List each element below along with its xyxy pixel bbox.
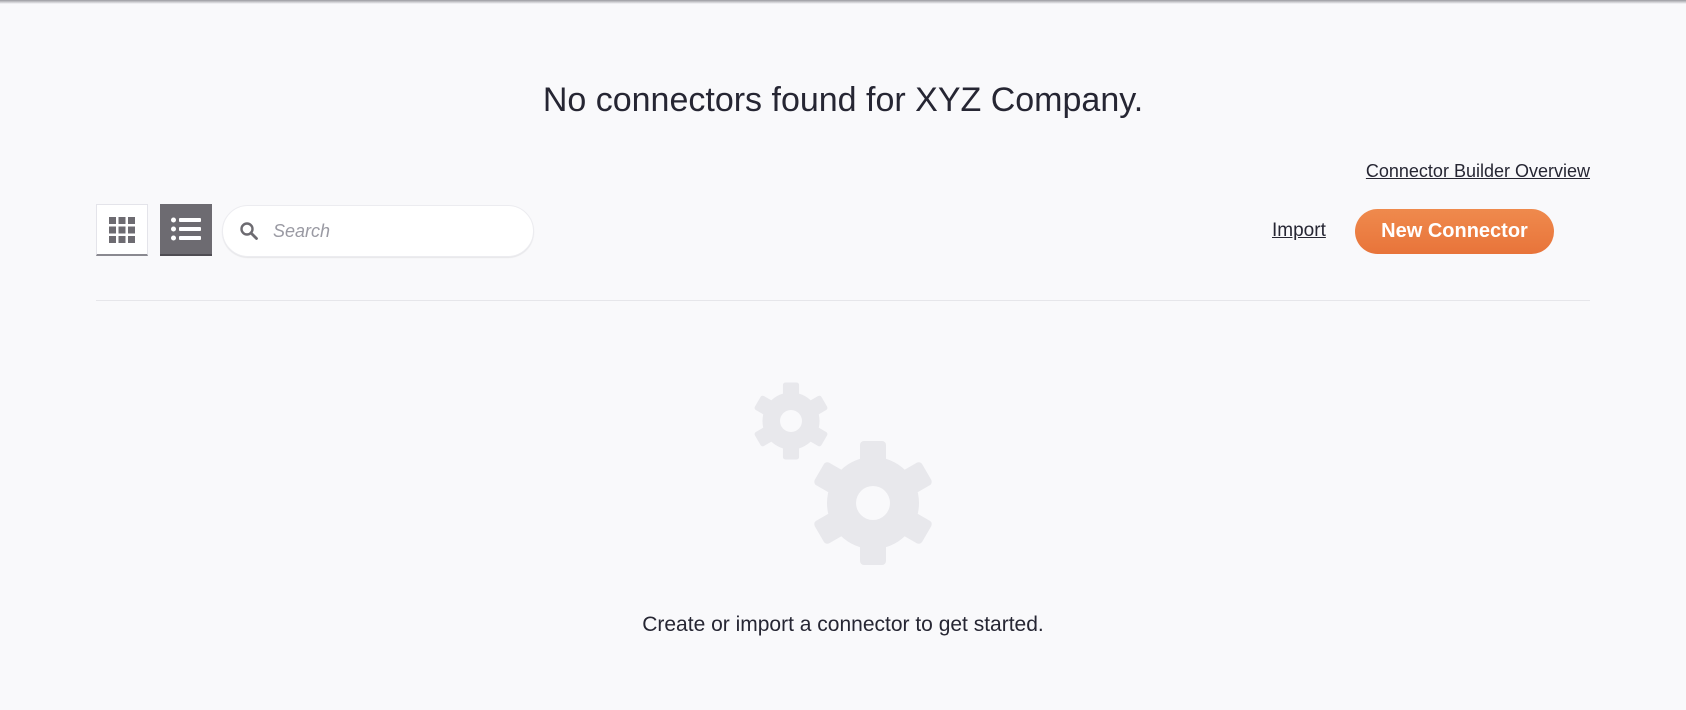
connector-builder-overview-link[interactable]: Connector Builder Overview xyxy=(1366,159,1590,183)
search-box[interactable] xyxy=(222,205,534,257)
list-view-button[interactable] xyxy=(160,204,212,256)
search-icon xyxy=(239,221,259,241)
gears-icon xyxy=(753,382,934,565)
empty-state-message: Create or import a connector to get star… xyxy=(642,613,1044,636)
list-icon xyxy=(171,217,201,241)
new-connector-button[interactable]: New Connector xyxy=(1355,209,1554,254)
page-title: No connectors found for XYZ Company. xyxy=(542,81,1144,119)
import-link[interactable]: Import xyxy=(1272,219,1326,243)
top-shadow xyxy=(0,0,1686,4)
grid-icon xyxy=(109,216,135,243)
grid-view-button[interactable] xyxy=(96,204,148,256)
divider xyxy=(96,300,1590,301)
search-input[interactable] xyxy=(271,219,515,243)
